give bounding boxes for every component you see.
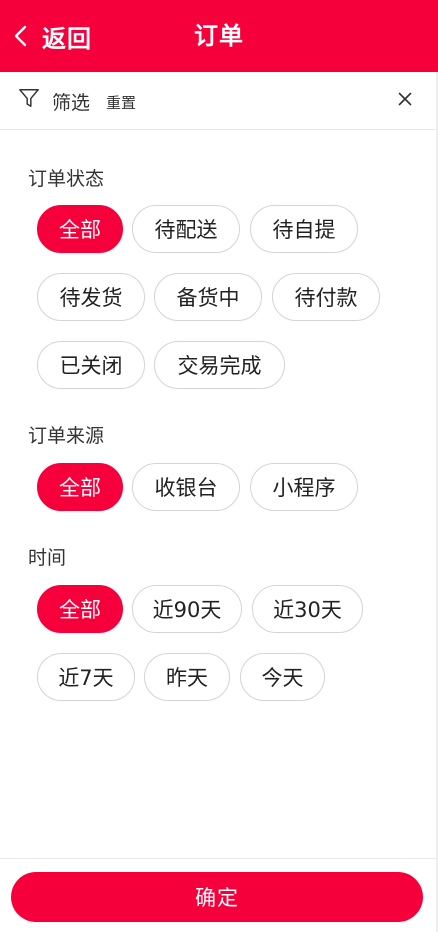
page-title: 订单	[194, 22, 244, 50]
status-chip-all[interactable]: 全部	[37, 205, 123, 253]
order-source-title: 订单来源	[28, 425, 105, 447]
time-chip-7-days[interactable]: 近7天	[37, 653, 135, 701]
time-chip-today[interactable]: 今天	[240, 653, 325, 701]
filter-bar: 筛选 重置	[0, 72, 436, 130]
status-chip-preparing[interactable]: 备货中	[154, 273, 262, 321]
time-title: 时间	[28, 547, 67, 569]
status-chip-closed[interactable]: 已关闭	[37, 341, 145, 389]
status-chip-pending-shipment[interactable]: 待发货	[37, 273, 145, 321]
app-header: 返回 订单	[0, 0, 438, 72]
time-chip-30-days[interactable]: 近30天	[252, 585, 363, 633]
source-chip-mini-program[interactable]: 小程序	[250, 463, 358, 511]
time-chip-yesterday[interactable]: 昨天	[144, 653, 230, 701]
time-chip-all[interactable]: 全部	[37, 585, 123, 633]
status-chip-completed[interactable]: 交易完成	[154, 341, 285, 389]
filter-icon	[19, 89, 39, 107]
source-chip-cashier[interactable]: 收银台	[132, 463, 240, 511]
filter-label: 筛选	[52, 92, 91, 114]
time-chip-90-days[interactable]: 近90天	[132, 585, 242, 633]
reset-button[interactable]: 重置	[106, 92, 136, 113]
order-status-title: 订单状态	[28, 168, 105, 190]
status-chip-pending-delivery[interactable]: 待配送	[132, 205, 240, 253]
footer-divider	[0, 858, 436, 859]
close-icon[interactable]	[394, 88, 416, 110]
confirm-button[interactable]: 确定	[11, 872, 423, 922]
source-chip-all[interactable]: 全部	[37, 463, 123, 511]
status-chip-pending-payment[interactable]: 待付款	[272, 273, 380, 321]
status-chip-pending-pickup[interactable]: 待自提	[250, 205, 358, 253]
